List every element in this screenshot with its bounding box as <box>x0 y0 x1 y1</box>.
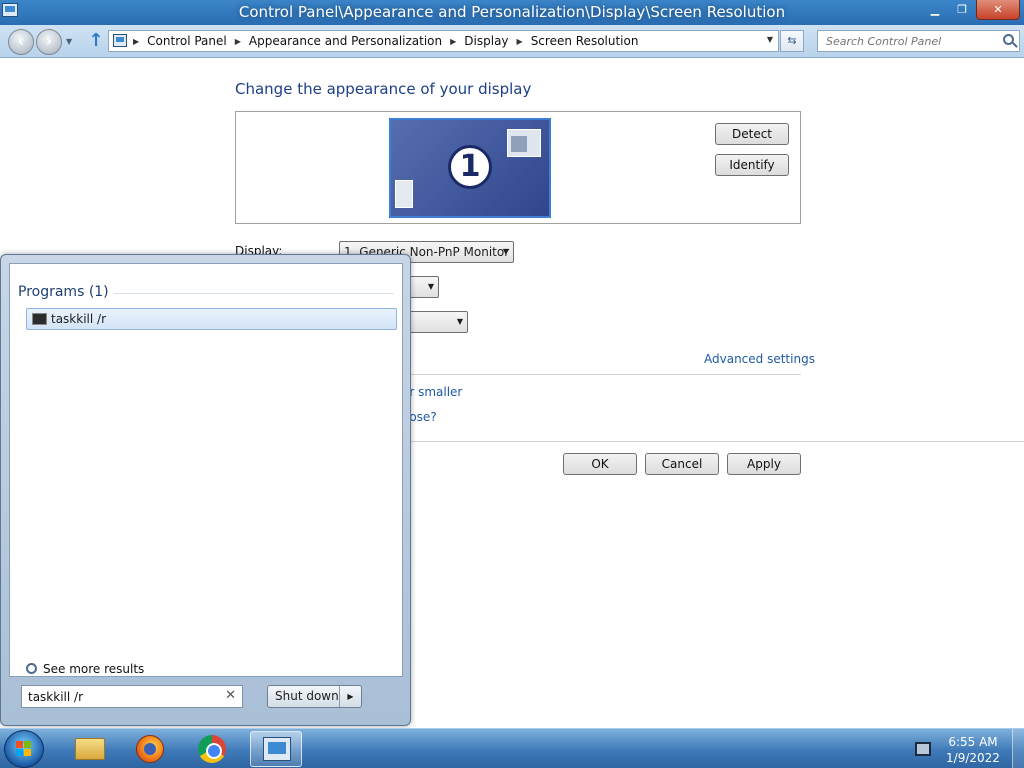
address-bar[interactable]: ▶ Control Panel ▶ Appearance and Persona… <box>108 30 779 52</box>
command-prompt-icon <box>32 313 47 325</box>
show-desktop-button[interactable] <box>1012 729 1024 768</box>
title-bar: Control Panel\Appearance and Personaliza… <box>0 0 1024 25</box>
control-panel-icon <box>113 34 127 47</box>
start-menu: Programs (1) taskkill /r See more result… <box>0 254 411 726</box>
recent-pages-arrow-icon[interactable]: ▼ <box>66 37 72 46</box>
programs-section-title: Programs (1) <box>18 284 109 300</box>
taskbar-control-panel[interactable] <box>250 731 302 767</box>
chevron-down-icon: ▼ <box>502 247 509 256</box>
control-panel-icon <box>263 737 291 761</box>
clock-date: 1/9/2022 <box>946 751 1000 765</box>
refresh-icon[interactable]: ⇆ <box>780 30 804 52</box>
taskbar-explorer[interactable] <box>63 731 115 767</box>
windows-logo-icon <box>16 741 32 757</box>
breadcrumb-control-panel[interactable]: Control Panel <box>147 34 227 48</box>
start-search-input[interactable] <box>22 686 222 707</box>
chevron-down-icon: ▼ <box>427 282 434 291</box>
network-icon[interactable] <box>915 742 931 756</box>
shutdown-button[interactable]: Shut down ▶ <box>267 685 362 708</box>
up-arrow-icon[interactable]: ↑ <box>87 32 105 52</box>
apply-button[interactable]: Apply <box>727 453 801 475</box>
search-input[interactable] <box>818 31 998 51</box>
start-search-box[interactable]: ✕ <box>21 685 243 708</box>
identify-button[interactable]: Identify <box>715 154 789 176</box>
taskbar: 6:55 AM 1/9/2022 <box>0 728 1024 768</box>
chrome-icon <box>198 735 226 763</box>
display-arrangement-panel: 1 Detect Identify <box>235 111 801 224</box>
ok-button[interactable]: OK <box>563 453 637 475</box>
search-box[interactable] <box>817 30 1020 52</box>
text-size-link[interactable]: or smaller <box>402 385 462 399</box>
search-icon <box>26 663 37 674</box>
breadcrumb-screen-resolution[interactable]: Screen Resolution <box>531 34 639 48</box>
breadcrumb-appearance[interactable]: Appearance and Personalization <box>249 34 442 48</box>
address-toolbar: ‹ › ▼ ↑ ▶ Control Panel ▶ Appearance and… <box>0 25 1024 58</box>
breadcrumb-display[interactable]: Display <box>464 34 508 48</box>
search-icon[interactable] <box>1003 34 1014 45</box>
clock[interactable]: 6:55 AM 1/9/2022 <box>940 734 1006 766</box>
monitor-number: 1 <box>448 145 492 189</box>
window-thumbnail-icon <box>507 129 541 157</box>
chevron-down-icon: ▼ <box>456 317 463 326</box>
see-more-results-link[interactable]: See more results <box>26 662 144 676</box>
detect-button[interactable]: Detect <box>715 123 789 145</box>
minimize-button[interactable]: ▁ <box>922 0 948 20</box>
address-dropdown-icon[interactable]: ▼ <box>767 35 773 44</box>
breadcrumb-chevron-icon[interactable]: ▶ <box>133 37 139 46</box>
forward-button[interactable]: › <box>36 29 62 55</box>
start-button[interactable] <box>4 730 44 768</box>
clock-time: 6:55 AM <box>948 735 998 749</box>
breadcrumb-chevron-icon[interactable]: ▶ <box>450 37 456 46</box>
maximize-button[interactable]: ❐ <box>949 0 975 20</box>
taskbar-firefox[interactable] <box>124 731 176 767</box>
monitor-1[interactable]: 1 <box>389 118 551 218</box>
search-result-label: taskkill /r <box>51 312 107 326</box>
search-results-pane: Programs (1) taskkill /r See more result… <box>9 263 403 677</box>
advanced-settings-link[interactable]: Advanced settings <box>704 352 815 366</box>
divider <box>114 293 394 294</box>
back-button[interactable]: ‹ <box>8 29 34 55</box>
taskbar-chrome[interactable] <box>186 731 238 767</box>
breadcrumb-chevron-icon[interactable]: ▶ <box>235 37 241 46</box>
firefox-icon <box>136 735 164 763</box>
clear-icon[interactable]: ✕ <box>225 688 236 703</box>
breadcrumb: ▶ Control Panel ▶ Appearance and Persona… <box>131 34 638 48</box>
folder-icon <box>75 738 105 760</box>
cancel-button[interactable]: Cancel <box>645 453 719 475</box>
shutdown-options-arrow-icon[interactable]: ▶ <box>339 686 361 707</box>
window-title: Control Panel\Appearance and Personaliza… <box>238 3 786 21</box>
page-title: Change the appearance of your display <box>235 80 532 98</box>
search-result-item[interactable]: taskkill /r <box>26 308 397 330</box>
close-button[interactable]: ✕ <box>976 0 1020 20</box>
breadcrumb-chevron-icon[interactable]: ▶ <box>517 37 523 46</box>
window-thumbnail-icon <box>395 180 413 208</box>
